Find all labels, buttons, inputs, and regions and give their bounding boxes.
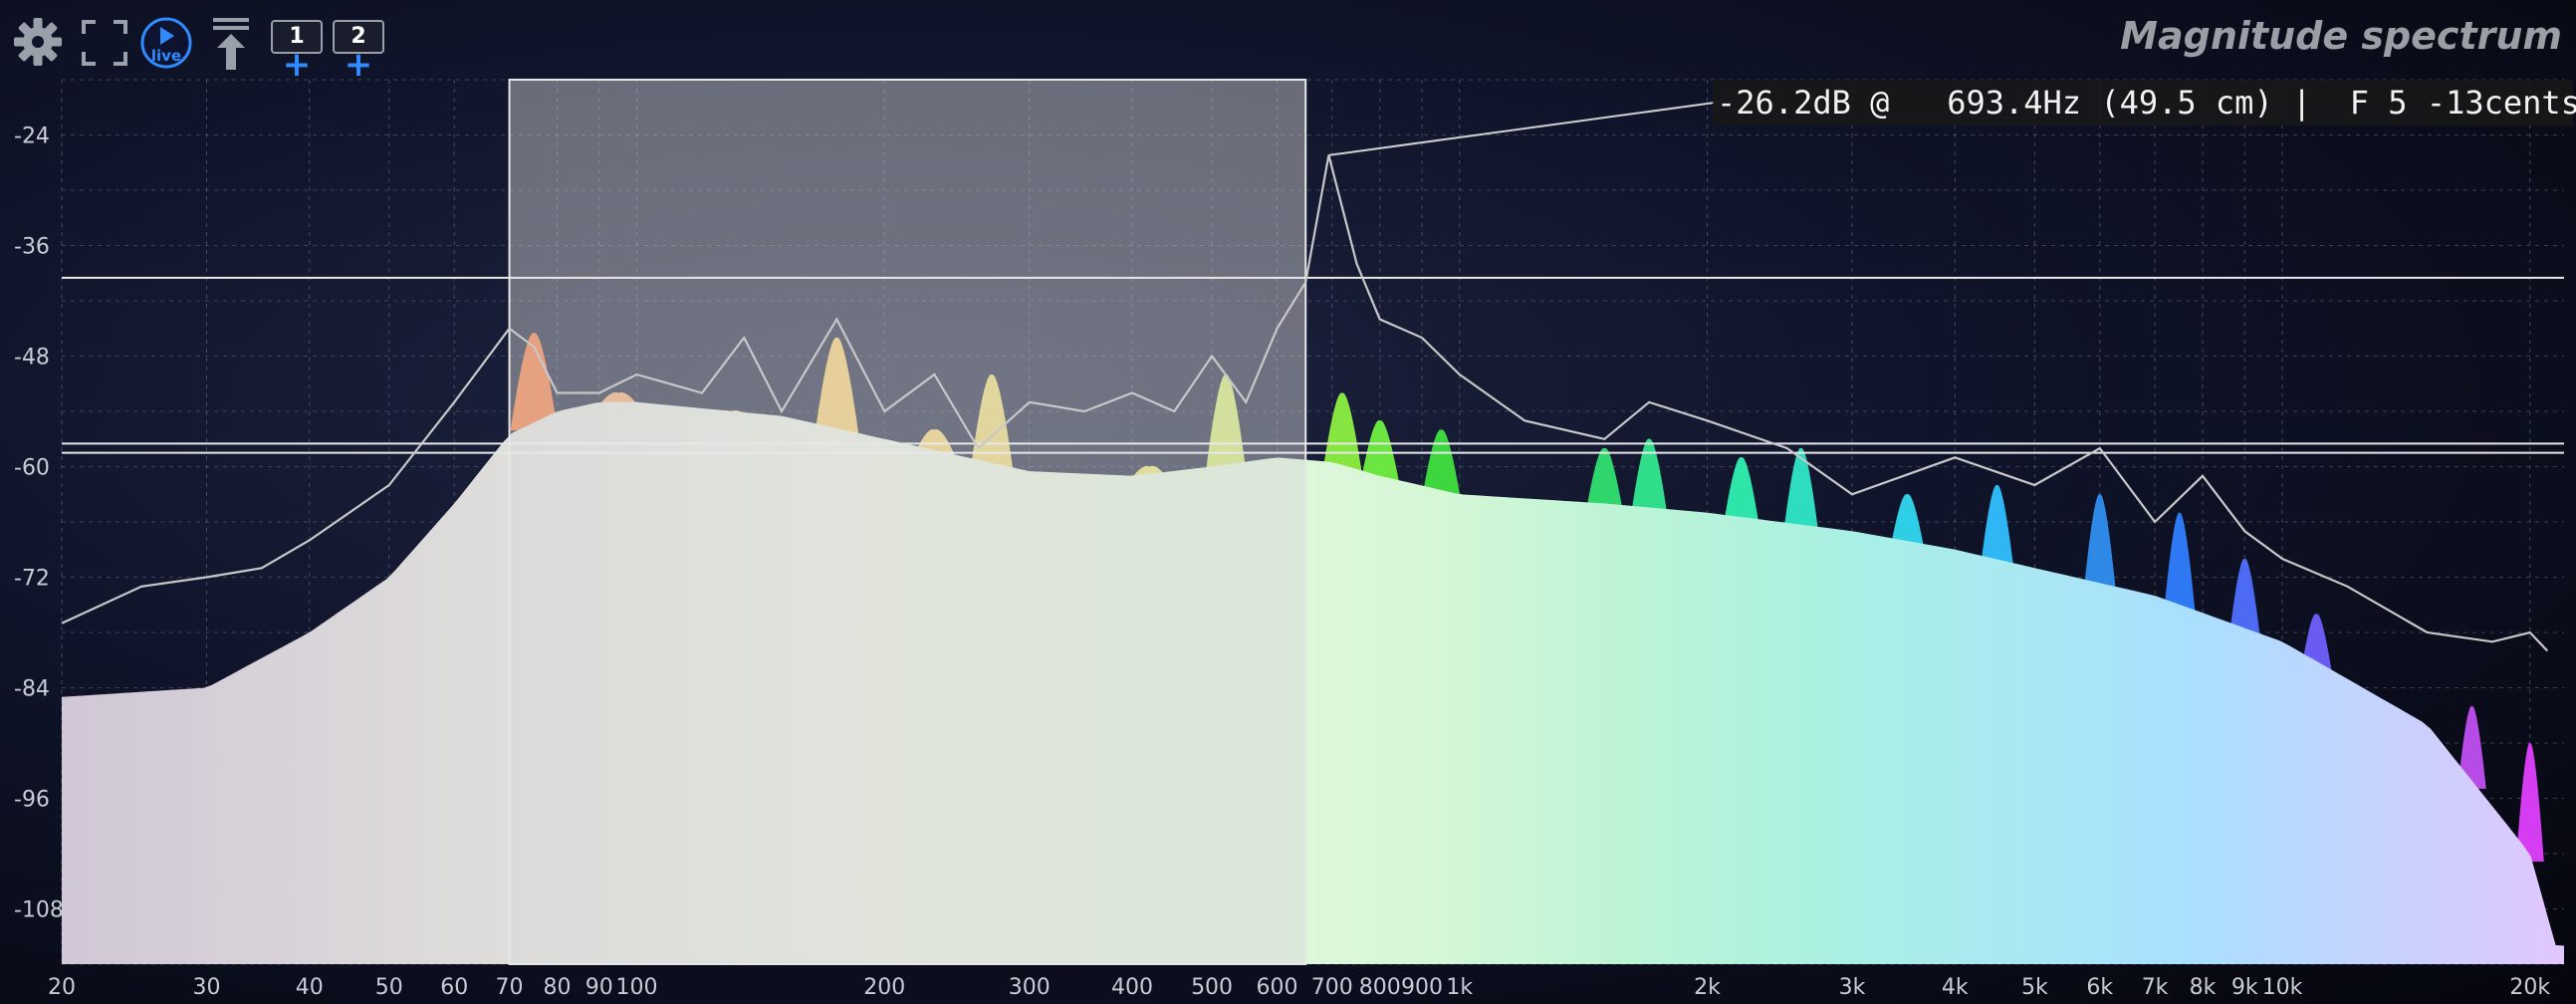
x-tick-label: 7k xyxy=(2142,975,2169,1000)
x-tick-label: 1k xyxy=(1446,975,1473,1000)
x-tick-label: 3k xyxy=(1839,975,1866,1000)
x-tick-label: 600 xyxy=(1256,975,1297,1000)
spectrum-tint xyxy=(62,401,2564,964)
x-tick-label: 800 xyxy=(1359,975,1401,1000)
x-tick-label: 400 xyxy=(1111,975,1153,1000)
x-tick-label: 10k xyxy=(2262,975,2303,1000)
spectrum-peak xyxy=(1723,457,1759,526)
x-tick-label: 60 xyxy=(440,975,468,1000)
spectrum-peak xyxy=(2083,494,2116,592)
x-tick-label: 9k xyxy=(2231,975,2258,1000)
selection-box xyxy=(508,79,1307,965)
y-tick-label: -96 xyxy=(14,788,50,813)
y-tick-label: -24 xyxy=(14,125,50,149)
x-tick-label: 50 xyxy=(375,975,403,1000)
x-tick-label: 70 xyxy=(496,975,524,1000)
spectrum-peak xyxy=(1585,447,1623,512)
x-tick-label: 900 xyxy=(1401,975,1443,1000)
x-tick-label: 500 xyxy=(1191,975,1233,1000)
spectrum-peak xyxy=(1322,392,1362,473)
spectrum-peak xyxy=(2164,512,2196,613)
x-tick-label: 2k xyxy=(1694,975,1721,1000)
x-tick-label: 100 xyxy=(616,975,658,1000)
x-tick-label: 8k xyxy=(2190,975,2217,1000)
y-tick-label: -108 xyxy=(14,898,64,923)
x-tick-label: 300 xyxy=(1009,975,1051,1000)
y-tick-label: -72 xyxy=(14,567,50,592)
x-tick-label: 40 xyxy=(296,975,324,1000)
selection-region[interactable] xyxy=(508,79,1307,965)
spectrum-area xyxy=(62,401,2564,964)
x-tick-label: 20 xyxy=(48,975,76,1000)
spectrum-peak xyxy=(1630,438,1668,516)
x-tick-label: 90 xyxy=(585,975,613,1000)
y-tick-label: -48 xyxy=(14,346,50,371)
x-tick-label: 80 xyxy=(543,975,571,1000)
cursor-readout: -26.2dB @ 693.4Hz (49.5 cm) | F 5 -13cen… xyxy=(1713,80,2576,126)
x-tick-label: 30 xyxy=(192,975,220,1000)
x-tick-label: 6k xyxy=(2086,975,2113,1000)
x-tick-label: 200 xyxy=(863,975,905,1000)
spectrum-peak xyxy=(1783,447,1819,533)
x-axis: 20 30 40 50 60 70 80 90 100 200 300 400 500 600 700 800… xyxy=(48,975,2550,1000)
x-tick-label: 5k xyxy=(2021,975,2048,1000)
spectrum-peak xyxy=(1980,484,2014,568)
y-tick-label: -60 xyxy=(14,456,50,481)
threshold-lines xyxy=(62,276,2564,454)
x-tick-label: 4k xyxy=(1942,975,1969,1000)
spectrum-chart[interactable]: -24 -36 -48 -60 -72 -84 -96 -108 20 30 40 50 60 70 80… xyxy=(0,0,2576,1004)
x-tick-label: 20k xyxy=(2509,975,2550,1000)
spectrum-app: live 1 + 2 + Magnitude spectrum -24 -36 … xyxy=(0,0,2576,1004)
cursor-leader-line xyxy=(1328,102,1716,156)
x-tick-label: 700 xyxy=(1311,975,1353,1000)
y-tick-label: -84 xyxy=(14,677,50,702)
y-tick-label: -36 xyxy=(14,235,50,260)
y-axis: -24 -36 -48 -60 -72 -84 -96 -108 xyxy=(14,125,64,923)
